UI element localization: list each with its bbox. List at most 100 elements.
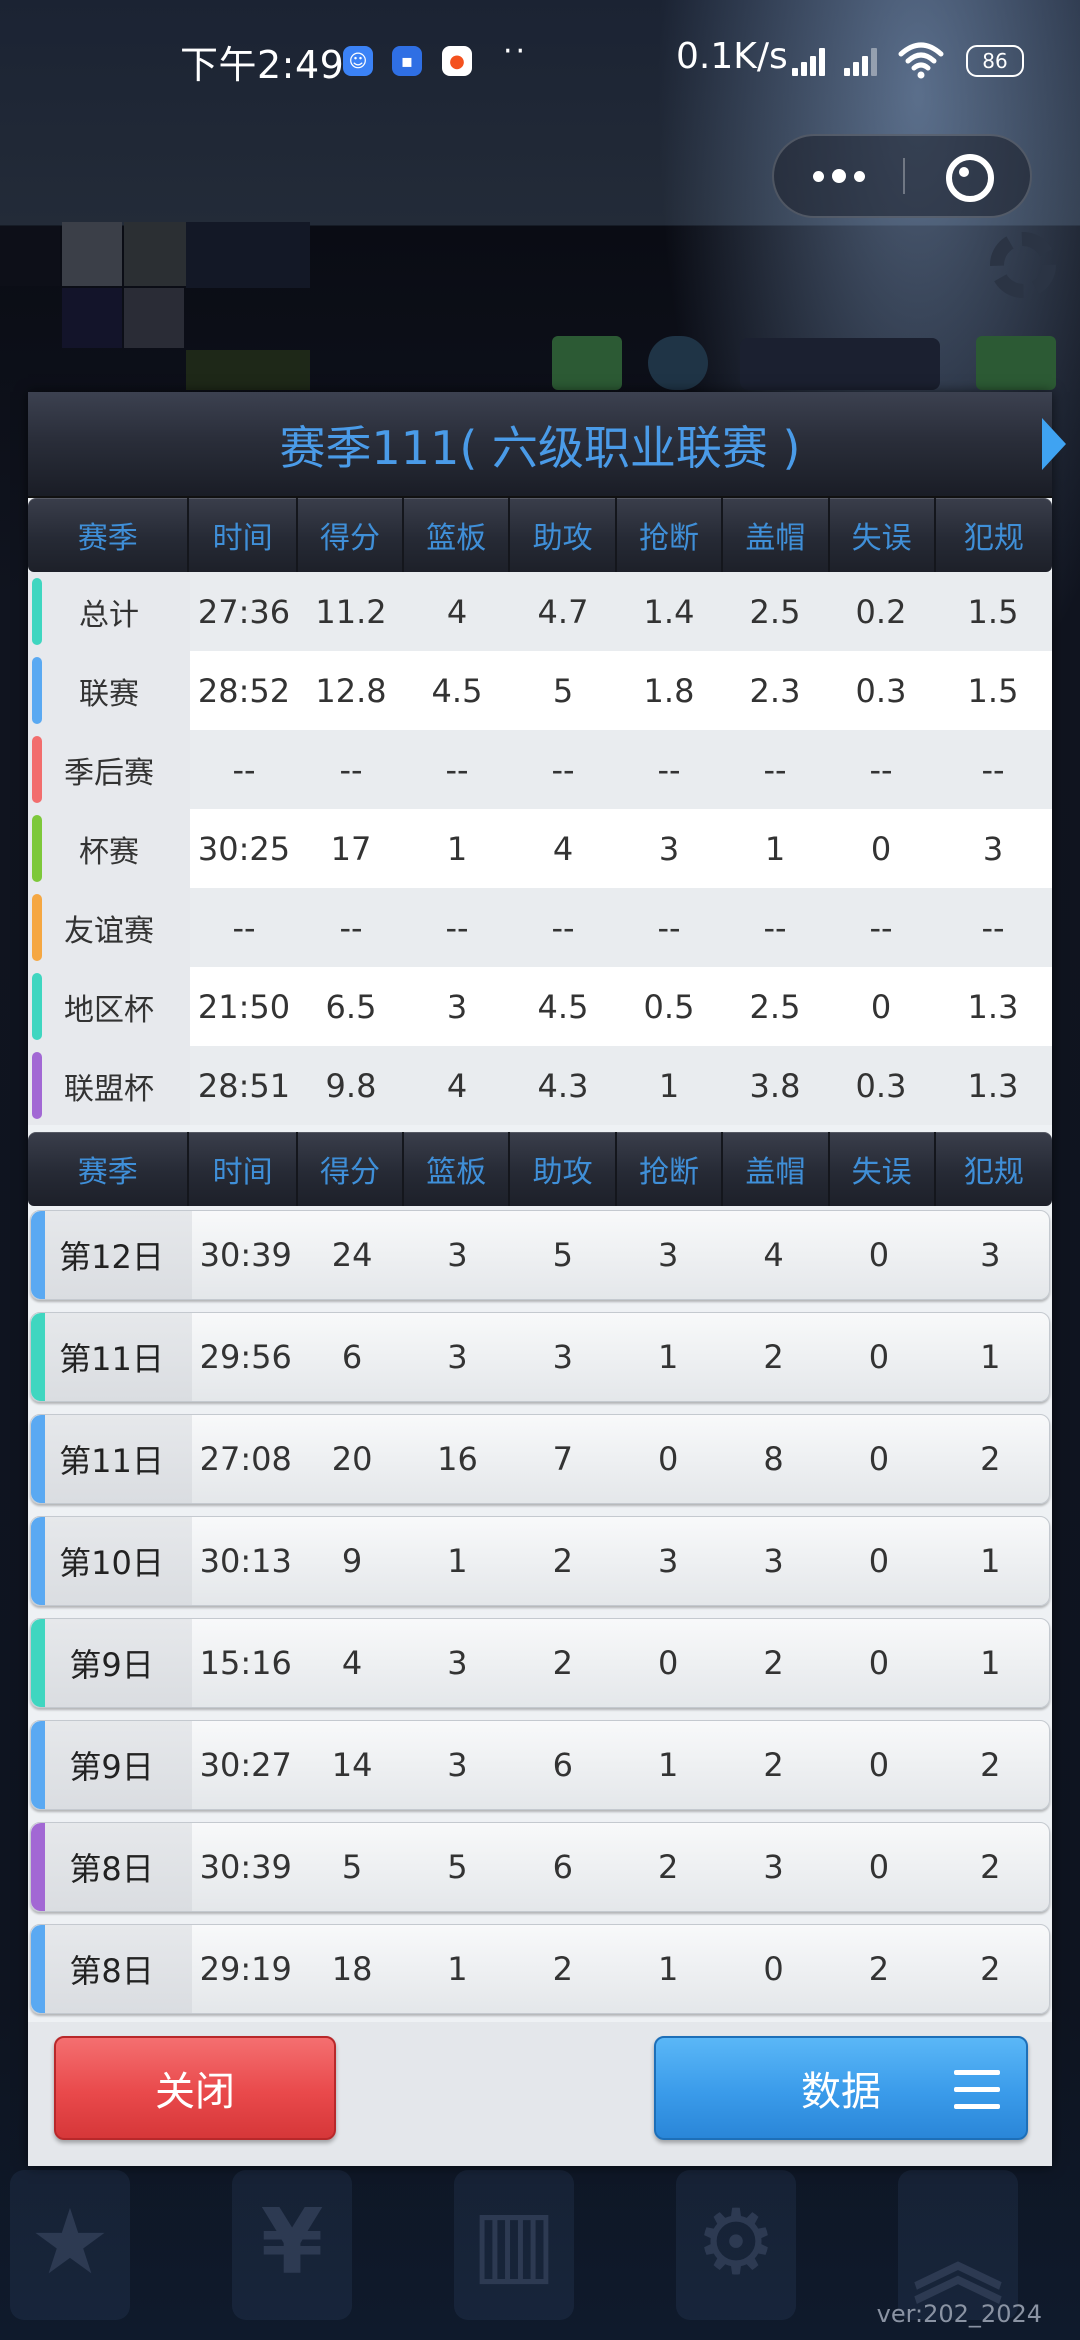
column-header: 失误 bbox=[830, 498, 936, 572]
dialog-header: 赛季111( 六级职业联赛 ) bbox=[28, 392, 1066, 498]
category-color-stripe bbox=[32, 973, 42, 1040]
column-header: 犯规 bbox=[963, 521, 1024, 556]
stat-cell: 15:16 bbox=[199, 1644, 292, 1682]
stat-cell: 6 bbox=[552, 1746, 574, 1784]
app-notification-icon: ☺ bbox=[343, 46, 373, 76]
stat-cell: 1 bbox=[980, 1542, 1001, 1580]
stat-cell: 0 bbox=[868, 1338, 890, 1376]
next-season-arrow-icon[interactable] bbox=[1042, 418, 1066, 470]
stat-cell: 0 bbox=[870, 987, 892, 1026]
dot bbox=[812, 170, 824, 182]
stat-cell: 2.5 bbox=[749, 987, 801, 1026]
blurred-tile bbox=[124, 288, 184, 348]
stat-cell: 1 bbox=[658, 1746, 679, 1784]
column-header: 助攻 bbox=[510, 1132, 617, 1206]
row-label: 第10日 bbox=[31, 1517, 193, 1605]
game-nav-item: ¥ bbox=[232, 2170, 352, 2320]
column-header: 盖帽 bbox=[723, 1132, 830, 1206]
blurred-tile bbox=[740, 338, 940, 390]
column-header: 盖帽 bbox=[723, 498, 830, 572]
game-row: 第10日 30:13 9 1 2 3 3 0 1 bbox=[30, 1516, 1050, 1606]
summary-row: 联盟杯 28:51 9.8 4 4.3 1 3.8 0.3 1.3 bbox=[28, 1046, 1052, 1125]
game-row: 第11日 27:08 20 16 7 0 8 0 2 bbox=[30, 1414, 1050, 1504]
stat-cell: 2 bbox=[980, 1746, 1001, 1784]
stat-cell: 27:36 bbox=[197, 592, 291, 631]
stat-cell: 3 bbox=[980, 1236, 1001, 1274]
category-color-stripe bbox=[32, 1052, 42, 1119]
row-label: 季后赛 bbox=[28, 730, 190, 809]
stat-cell: 3 bbox=[447, 1644, 468, 1682]
blurred-tile bbox=[62, 222, 122, 286]
building-icon: ▥ bbox=[471, 2190, 557, 2295]
column-header: 赛季 bbox=[28, 498, 190, 572]
stat-cell: 30:39 bbox=[199, 1848, 292, 1886]
stat-cell: 2 bbox=[658, 1848, 679, 1886]
row-label: 地区杯 bbox=[28, 967, 190, 1046]
stat-cell: 0 bbox=[870, 829, 892, 868]
game-nav-item: ⚙ bbox=[676, 2170, 796, 2320]
version-label: ver:202_2024 bbox=[876, 2300, 1042, 2328]
game-row: 第11日 29:56 6 3 3 1 2 0 1 bbox=[30, 1312, 1050, 1402]
summary-row: 地区杯 21:50 6.5 3 4.5 0.5 2.5 0 1.3 bbox=[28, 967, 1052, 1046]
stat-cell: 3 bbox=[763, 1848, 784, 1886]
stat-cell: 17 bbox=[330, 829, 372, 868]
row-label: 第8日 bbox=[31, 1925, 193, 2013]
stat-cell: 1.3 bbox=[967, 1066, 1019, 1105]
category-color-stripe bbox=[31, 1925, 45, 2013]
stat-cell: 2 bbox=[980, 1950, 1001, 1988]
data-button[interactable]: 数据 bbox=[654, 2036, 1028, 2140]
stat-cell: 4.7 bbox=[537, 592, 589, 631]
stat-cell: 2 bbox=[763, 1644, 784, 1682]
settings-gear-icon bbox=[990, 232, 1056, 298]
stat-cell: 3 bbox=[447, 1236, 468, 1274]
stat-cell: 6 bbox=[552, 1848, 574, 1886]
stat-cell: 3 bbox=[658, 829, 680, 868]
capsule-divider bbox=[903, 158, 905, 194]
close-button[interactable]: 关闭 bbox=[54, 2036, 336, 2140]
game-nav-item: ★ bbox=[10, 2170, 130, 2320]
stat-cell: 2.5 bbox=[749, 592, 801, 631]
stat-cell: 2 bbox=[552, 1644, 574, 1682]
category-color-stripe bbox=[32, 736, 42, 803]
column-header: 抢断 bbox=[617, 1132, 724, 1206]
row-label: 联盟杯 bbox=[28, 1046, 190, 1125]
summary-row: 杯赛 30:25 17 1 4 3 1 0 3 bbox=[28, 809, 1052, 888]
stat-cell: 1.5 bbox=[967, 592, 1019, 631]
dialog-title: 赛季111( 六级职业联赛 ) bbox=[279, 421, 801, 475]
row-label: 联赛 bbox=[28, 651, 190, 730]
stat-cell: 20 bbox=[331, 1440, 373, 1478]
stat-cell: 5 bbox=[552, 1236, 574, 1274]
category-color-stripe bbox=[31, 1823, 45, 1911]
status-bar: 下午2:49 ☺ ▪ ● ·· 0.1K/s 86 bbox=[0, 0, 1080, 120]
stat-cell: 4.3 bbox=[537, 1066, 589, 1105]
stat-cell: 4 bbox=[763, 1236, 784, 1274]
stat-cell: 1 bbox=[658, 1066, 680, 1105]
close-miniprogram-button[interactable] bbox=[946, 154, 994, 202]
column-header: 得分 bbox=[298, 1132, 405, 1206]
stat-cell: 9.8 bbox=[325, 1066, 377, 1105]
stat-cell: 16 bbox=[437, 1440, 478, 1478]
stat-cell: 3 bbox=[658, 1236, 679, 1274]
table-header: 赛季 时间 得分 篮板 助攻 抢断 盖帽 失误 犯规 bbox=[28, 498, 1052, 572]
stat-cell: 4 bbox=[446, 592, 468, 631]
stat-cell: 3.8 bbox=[749, 1066, 801, 1105]
stat-cell: 1 bbox=[446, 829, 468, 868]
stat-cell: 0 bbox=[763, 1950, 784, 1988]
stat-cell: 4.5 bbox=[537, 987, 589, 1026]
stat-cell: 3 bbox=[447, 1746, 468, 1784]
stat-cell: 4 bbox=[446, 1066, 468, 1105]
column-header: 时间 bbox=[189, 498, 298, 572]
summary-row: 联赛 28:52 12.8 4.5 5 1.8 2.3 0.3 1.5 bbox=[28, 651, 1052, 730]
yen-icon: ¥ bbox=[260, 2190, 324, 2295]
stat-cell: 2.3 bbox=[749, 671, 801, 710]
stat-cell: 5 bbox=[447, 1848, 468, 1886]
blurred-tile bbox=[552, 336, 622, 390]
season-summary-table: 赛季 时间 得分 篮板 助攻 抢断 盖帽 失误 犯规 总计 27:36 11.2 4 4… bbox=[28, 498, 1052, 1125]
stat-cell: 1.5 bbox=[967, 671, 1019, 710]
stat-cell: 2 bbox=[868, 1950, 890, 1988]
column-header: 篮板 bbox=[404, 498, 511, 572]
column-header: 失误 bbox=[830, 1132, 936, 1206]
more-options-button[interactable] bbox=[774, 136, 903, 216]
stat-cell: 0 bbox=[868, 1440, 890, 1478]
stat-cell: -- bbox=[981, 750, 1005, 789]
